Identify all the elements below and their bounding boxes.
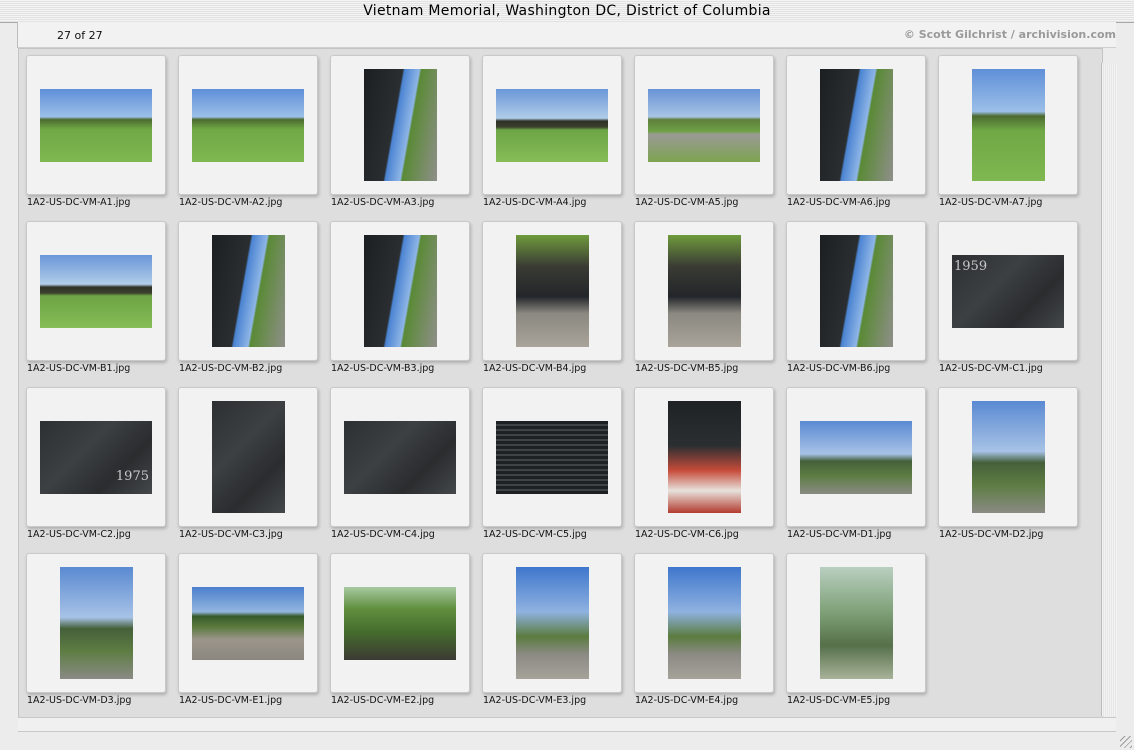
thumbnail-card[interactable]: [482, 221, 622, 361]
thumbnail-card[interactable]: [634, 387, 774, 527]
thumbnail-filename: 1A2-US-DC-VM-D1.jpg: [787, 529, 892, 540]
copyright-credit: © Scott Gilchrist / archivision.com: [903, 28, 1116, 41]
thumbnail-filename: 1A2-US-DC-VM-A6.jpg: [787, 197, 891, 208]
thumbnail-card[interactable]: [786, 387, 926, 527]
thumbnail-filename: 1A2-US-DC-VM-E4.jpg: [635, 695, 739, 706]
thumbnail-filename: 1A2-US-DC-VM-C6.jpg: [635, 529, 739, 540]
thumbnail-card[interactable]: [786, 553, 926, 693]
photo-thumbnail[interactable]: [496, 88, 608, 162]
photo-thumbnail[interactable]: [667, 401, 741, 513]
photo-thumbnail[interactable]: [59, 567, 133, 679]
thumbnail-filename: 1A2-US-DC-VM-C3.jpg: [179, 529, 283, 540]
thumbnail-card[interactable]: 1959: [938, 221, 1078, 361]
window-title: Vietnam Memorial, Washington DC, Distric…: [363, 3, 771, 19]
photo-thumbnail[interactable]: [344, 420, 456, 494]
thumbnail-card[interactable]: [938, 387, 1078, 527]
photo-thumbnail[interactable]: [800, 420, 912, 494]
thumbnail-card[interactable]: [634, 553, 774, 693]
photo-thumbnail[interactable]: [819, 235, 893, 347]
thumbnail-filename: 1A2-US-DC-VM-C1.jpg: [939, 363, 1043, 374]
thumbnail-card[interactable]: [330, 387, 470, 527]
photo-thumbnail[interactable]: [192, 88, 304, 162]
thumbnail-filename: 1A2-US-DC-VM-B5.jpg: [635, 363, 739, 374]
thumbnail-card[interactable]: [330, 55, 470, 195]
thumbnail-filename: 1A2-US-DC-VM-B6.jpg: [787, 363, 891, 374]
photo-thumbnail[interactable]: [667, 567, 741, 679]
thumbnail-card[interactable]: [26, 55, 166, 195]
thumbnail-card[interactable]: [26, 221, 166, 361]
thumbnail-filename: 1A2-US-DC-VM-C5.jpg: [483, 529, 587, 540]
thumbnail-card[interactable]: [938, 55, 1078, 195]
thumbnail-filename: 1A2-US-DC-VM-A1.jpg: [27, 197, 131, 208]
photo-thumbnail[interactable]: [515, 567, 589, 679]
photo-thumbnail[interactable]: [40, 254, 152, 328]
thumbnail-filename: 1A2-US-DC-VM-C2.jpg: [27, 529, 131, 540]
photo-thumbnail[interactable]: [211, 235, 285, 347]
photo-thumbnail[interactable]: [971, 69, 1045, 181]
thumbnail-filename: 1A2-US-DC-VM-C4.jpg: [331, 529, 435, 540]
photo-thumbnail[interactable]: [667, 235, 741, 347]
photo-thumbnail[interactable]: [192, 586, 304, 660]
thumbnail-filename: 1A2-US-DC-VM-D2.jpg: [939, 529, 1044, 540]
resize-grip-icon[interactable]: [1120, 736, 1132, 748]
engraved-year: 1959: [954, 258, 988, 274]
photo-thumbnail[interactable]: [496, 420, 608, 494]
photo-thumbnail[interactable]: 1975: [40, 420, 152, 494]
photo-thumbnail[interactable]: 1959: [952, 254, 1064, 328]
header-left-divider: [17, 22, 18, 48]
thumbnail-filename: 1A2-US-DC-VM-D3.jpg: [27, 695, 132, 706]
window-title-bar[interactable]: Vietnam Memorial, Washington DC, Distric…: [0, 0, 1134, 23]
photo-thumbnail[interactable]: [515, 235, 589, 347]
photo-thumbnail[interactable]: [344, 586, 456, 660]
thumbnail-card[interactable]: [634, 221, 774, 361]
thumbnail-filename: 1A2-US-DC-VM-A5.jpg: [635, 197, 739, 208]
thumbnail-grid: 1A2-US-DC-VM-A1.jpg 1A2-US-DC-VM-A2.jpg 1A…: [18, 48, 1103, 718]
thumbnail-card[interactable]: [26, 553, 166, 693]
photo-thumbnail[interactable]: [363, 235, 437, 347]
thumbnail-card[interactable]: [482, 553, 622, 693]
thumbnail-filename: 1A2-US-DC-VM-A3.jpg: [331, 197, 435, 208]
thumbnail-card[interactable]: [178, 55, 318, 195]
thumbnail-filename: 1A2-US-DC-VM-A4.jpg: [483, 197, 587, 208]
thumbnail-card[interactable]: [178, 221, 318, 361]
thumbnail-filename: 1A2-US-DC-VM-E5.jpg: [787, 695, 891, 706]
photo-thumbnail[interactable]: [363, 69, 437, 181]
thumbnail-card[interactable]: [786, 55, 926, 195]
thumbnail-card[interactable]: [786, 221, 926, 361]
engraved-year: 1975: [115, 468, 149, 484]
thumbnail-filename: 1A2-US-DC-VM-B2.jpg: [179, 363, 283, 374]
thumbnail-card[interactable]: [482, 55, 622, 195]
horizontal-scrollbar[interactable]: [18, 717, 1116, 732]
thumbnail-filename: 1A2-US-DC-VM-E3.jpg: [483, 695, 587, 706]
thumbnail-card[interactable]: [178, 553, 318, 693]
thumbnail-filename: 1A2-US-DC-VM-B4.jpg: [483, 363, 587, 374]
thumbnail-card[interactable]: [330, 221, 470, 361]
thumbnail-filename: 1A2-US-DC-VM-E1.jpg: [179, 695, 283, 706]
vertical-scrollbar[interactable]: [1101, 63, 1117, 716]
thumbnail-filename: 1A2-US-DC-VM-E2.jpg: [331, 695, 435, 706]
thumbnail-card[interactable]: [330, 553, 470, 693]
thumbnail-card[interactable]: [482, 387, 622, 527]
thumbnail-card[interactable]: 1975: [26, 387, 166, 527]
thumbnail-filename: 1A2-US-DC-VM-A2.jpg: [179, 197, 283, 208]
image-counter: 27 of 27: [57, 29, 103, 42]
photo-thumbnail[interactable]: [40, 88, 152, 162]
photo-thumbnail[interactable]: [819, 69, 893, 181]
thumbnail-filename: 1A2-US-DC-VM-B3.jpg: [331, 363, 435, 374]
thumbnail-card[interactable]: [178, 387, 318, 527]
photo-thumbnail[interactable]: [819, 567, 893, 679]
thumbnail-card[interactable]: [634, 55, 774, 195]
photo-thumbnail[interactable]: [971, 401, 1045, 513]
photo-thumbnail[interactable]: [211, 401, 285, 513]
thumbnail-filename: 1A2-US-DC-VM-B1.jpg: [27, 363, 131, 374]
photo-thumbnail[interactable]: [648, 88, 760, 162]
thumbnail-filename: 1A2-US-DC-VM-A7.jpg: [939, 197, 1043, 208]
